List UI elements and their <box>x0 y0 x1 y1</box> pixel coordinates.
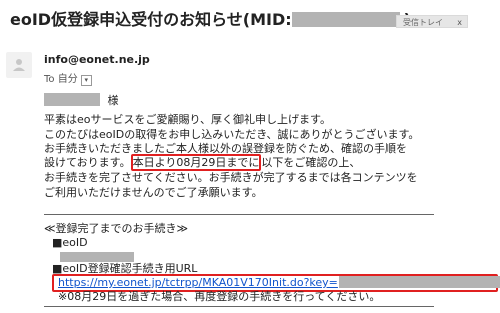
body-line-4-prefix: 設けております。 <box>44 156 131 169</box>
person-icon <box>13 59 25 71</box>
deadline-highlight: 本日より08月29日までに <box>130 154 262 171</box>
sender-avatar <box>6 52 32 78</box>
inbox-label-text: 受信トレイ <box>403 18 443 27</box>
inbox-label-chip[interactable]: 受信トレイ x <box>396 15 468 28</box>
redacted-recipient-name <box>44 93 100 106</box>
deadline-note: ※08月29日を過ぎた場合、再度登録の手続きを行ってください。 <box>58 290 381 303</box>
confirm-url-link[interactable]: https://my.eonet.jp/tctrpp/MKA01V170Init… <box>58 276 338 289</box>
show-details-chevron-icon[interactable]: ▾ <box>80 75 92 86</box>
redacted-url-key <box>338 276 500 288</box>
email-subject: eoID仮登録申込受付のお知らせ(MID:) <box>10 6 411 30</box>
recipient-line: To 自分 ▾ <box>44 70 92 86</box>
body-line-5: お手続きを完了させてください。お手続きが完了するまでは各コンテンツを <box>44 171 418 184</box>
section-divider-bottom <box>44 306 434 307</box>
redacted-eoid <box>60 252 134 262</box>
salutation: 様 <box>44 93 119 109</box>
section-title: ≪登録完了までのお手続き≫ <box>44 222 189 235</box>
body-line-1: 平素はeoサービスをご愛顧賜り、厚く御礼申し上げます。 <box>44 113 331 126</box>
sender-address[interactable]: info@eonet.ne.jp <box>44 53 150 66</box>
eoid-label: ■eoID <box>52 236 88 249</box>
confirm-url-line[interactable]: https://my.eonet.jp/tctrpp/MKA01V170Init… <box>58 276 500 291</box>
recipient-label: To 自分 <box>44 74 78 85</box>
section-divider-top <box>44 214 434 215</box>
remove-label-icon[interactable]: x <box>457 16 462 29</box>
body-line-4: 設けております。 本日より08月29日までに 以下をご確認の上、 <box>44 154 361 171</box>
body-line-6: ご利用いただけませんのでご了承願います。 <box>44 185 263 199</box>
subject-text: eoID仮登録申込受付のお知らせ(MID: <box>10 10 292 29</box>
redacted-mid <box>291 12 400 27</box>
salutation-suffix: 様 <box>107 94 119 107</box>
body-line-2: このたびはeoIDの取得をお申し込みいただき、誠にありがとうございます。 <box>44 127 420 141</box>
body-line-4-suffix: 以下をご確認の上、 <box>261 156 361 169</box>
